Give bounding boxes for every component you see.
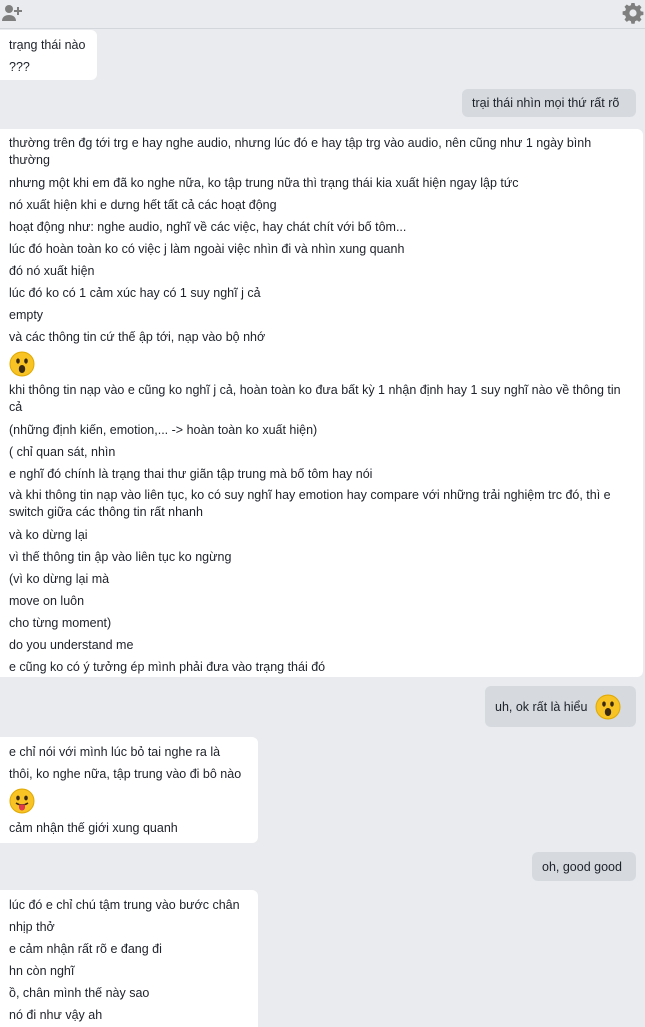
message-line: hn còn nghĩ: [9, 964, 75, 978]
message-line: vì thế thông tin ập vào liên tục ko ngừn…: [9, 550, 232, 564]
add-contact-icon[interactable]: [1, 2, 23, 24]
message-line: empty: [9, 308, 44, 322]
message-bubble-incoming: lúc đó e chỉ chú tậm trung vào bước chân…: [0, 890, 258, 1027]
message-line: thường trên đg tới trg e hay nghe audio,…: [9, 136, 592, 167]
message-line: và các thông tin cứ thế ập tới, nạp vào …: [9, 330, 266, 344]
message-line: lúc đó hoàn toàn ko có việc j làm ngoài …: [9, 242, 405, 256]
message-bubble-incoming: thường trên đg tới trg e hay nghe audio,…: [0, 129, 643, 677]
message-text: trại thái nhìn mọi thứ rất rõ: [472, 96, 620, 110]
message-text: oh, good good: [542, 859, 622, 874]
message-line: cho từng moment): [9, 616, 112, 630]
message-bubble-incoming: trạng thái nào ???: [0, 30, 97, 80]
message-line: nhịp thở: [9, 920, 55, 934]
wow-emoji-icon: [9, 351, 35, 377]
message-line: đó nó xuất hiện: [9, 264, 95, 278]
message-line: nó đi như vậy ah: [9, 1008, 103, 1022]
emoji-row: [9, 785, 258, 817]
message-line: ( chỉ quan sát, nhìn: [9, 445, 116, 459]
message-line: và ko dừng lại: [9, 528, 88, 542]
message-line: e nghĩ đó chính là trạng thai thư giãn t…: [9, 467, 373, 481]
message-line: lúc đó ko có 1 cảm xúc hay có 1 suy nghĩ…: [9, 286, 261, 300]
message-line: cảm nhận thế giới xung quanh: [9, 821, 178, 835]
message-line: move on luôn: [9, 594, 85, 608]
message-line: ???: [9, 60, 30, 74]
message-line: nhưng một khi em đã ko nghe nữa, ko tập …: [9, 176, 519, 190]
message-line: e cảm nhận rất rõ e đang đi: [9, 942, 162, 956]
message-line: lúc đó e chỉ chú tậm trung vào bước chân: [9, 898, 240, 912]
message-line: e chỉ nói với mình lúc bỏ tai nghe ra là: [9, 745, 221, 759]
message-line: (những định kiến, emotion,... -> hoàn to…: [9, 423, 318, 437]
top-toolbar: [0, 0, 645, 29]
message-line: nó xuất hiện khi e dưng hết tất cả các h…: [9, 198, 277, 212]
message-line: khi thông tin nạp vào e cũng ko nghĩ j c…: [9, 383, 621, 414]
message-line: trạng thái nào: [9, 38, 86, 52]
message-line: ồ, chân mình thế này sao: [9, 986, 150, 1000]
message-line: và khi thông tin nạp vào liên tục, ko có…: [9, 488, 611, 519]
wow-emoji-icon: [595, 694, 621, 720]
message-line: e cũng ko có ý tưởng ép mình phải đưa và…: [9, 660, 326, 674]
message-bubble-outgoing: uh, ok rất là hiểu: [485, 686, 636, 727]
message-line: (vì ko dừng lại mà: [9, 572, 110, 586]
message-line: do you understand me: [9, 638, 134, 652]
message-bubble-outgoing: trại thái nhìn mọi thứ rất rõ: [462, 89, 636, 117]
message-bubble-outgoing: oh, good good: [532, 852, 636, 881]
emoji-row: [9, 348, 633, 380]
message-bubble-incoming: e chỉ nói với mình lúc bỏ tai nghe ra là…: [0, 737, 258, 843]
gear-icon[interactable]: [622, 2, 644, 24]
message-line: hoạt động như: nghe audio, nghĩ về các v…: [9, 220, 407, 234]
tongue-emoji-icon: [9, 788, 35, 814]
message-text: uh, ok rất là hiểu: [495, 699, 588, 714]
message-line: thôi, ko nghe nữa, tập trung vào đi bô n…: [9, 767, 242, 781]
